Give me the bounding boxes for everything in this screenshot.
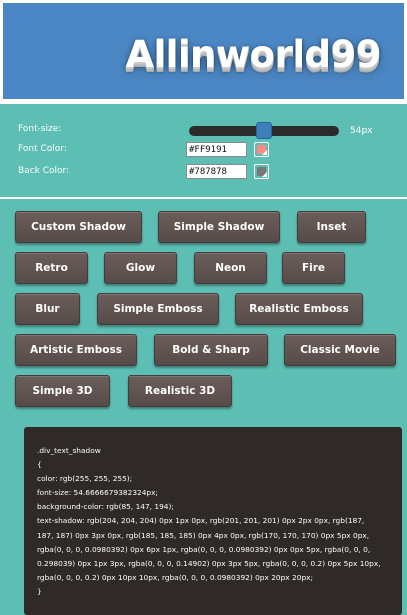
glow-button[interactable]: Glow bbox=[104, 252, 177, 284]
font-size-slider-handle[interactable] bbox=[256, 122, 272, 139]
picker-corner-icon bbox=[262, 150, 267, 155]
fire-button[interactable]: Fire bbox=[282, 252, 345, 284]
bold-sharp-button[interactable]: Bold & Sharp bbox=[154, 334, 268, 366]
code-line: 0.298039) 0px 1px 3px, rgba(0, 0, 0, 0.1… bbox=[37, 558, 381, 568]
banner: Allinworld99 bbox=[0, 0, 407, 104]
divider bbox=[0, 197, 407, 199]
banner-preview: Allinworld99 bbox=[3, 3, 404, 99]
back-color-input[interactable]: #787878 bbox=[186, 164, 247, 179]
retro-button[interactable]: Retro bbox=[15, 252, 88, 284]
realistic-3d-button[interactable]: Realistic 3D bbox=[128, 375, 232, 407]
code-line: text-shadow: rgb(204, 204, 204) 0px 1px … bbox=[37, 516, 365, 526]
code-line: background-color: rgb(85, 147, 194); bbox=[37, 502, 174, 512]
font-color-input[interactable]: #FF9191 bbox=[186, 142, 247, 157]
simple-emboss-button[interactable]: Simple Emboss bbox=[97, 293, 219, 325]
simple-3d-button[interactable]: Simple 3D bbox=[15, 375, 110, 407]
code-line: rgba(0, 0, 0, 0.2) 0px 10px 10px, rgba(0… bbox=[37, 572, 313, 582]
font-color-label: Font Color: bbox=[18, 144, 67, 154]
classic-movie-button[interactable]: Classic Movie bbox=[284, 334, 396, 366]
code-line: color: rgb(255, 255, 255); bbox=[37, 474, 133, 484]
code-line: .div_text_shadow bbox=[37, 446, 101, 455]
font-color-picker[interactable] bbox=[254, 142, 269, 157]
font-size-value: 54px bbox=[350, 126, 373, 136]
code-line: } bbox=[37, 586, 42, 596]
font-size-label: Font-size: bbox=[18, 124, 62, 134]
simple-shadow-button[interactable]: Simple Shadow bbox=[158, 211, 280, 243]
back-color-label: Back Color: bbox=[18, 166, 70, 176]
code-line: font-size: 54.6666679382324px; bbox=[37, 488, 158, 498]
artistic-emboss-button[interactable]: Artistic Emboss bbox=[15, 334, 137, 366]
blur-button[interactable]: Blur bbox=[15, 293, 80, 325]
back-color-picker[interactable] bbox=[254, 164, 269, 179]
realistic-emboss-button[interactable]: Realistic Emboss bbox=[235, 293, 363, 325]
code-line: rgba(0, 0, 0, 0.0980392) 0px 6px 1px, rg… bbox=[37, 544, 371, 554]
custom-shadow-button[interactable]: Custom Shadow bbox=[15, 211, 142, 243]
controls-panel: Font-size: 54px Font Color: #FF9191 Back… bbox=[0, 104, 407, 196]
css-code-output: .div_text_shadow { color: rgb(255, 255, … bbox=[24, 427, 402, 615]
code-line: { bbox=[37, 460, 42, 470]
code-line: 187, 187) 0px 3px 0px, rgb(185, 185, 185… bbox=[37, 530, 370, 540]
inset-button[interactable]: Inset bbox=[297, 211, 366, 243]
neon-button[interactable]: Neon bbox=[194, 252, 267, 284]
banner-title: Allinworld99 bbox=[125, 33, 381, 76]
picker-corner-icon bbox=[262, 172, 267, 177]
